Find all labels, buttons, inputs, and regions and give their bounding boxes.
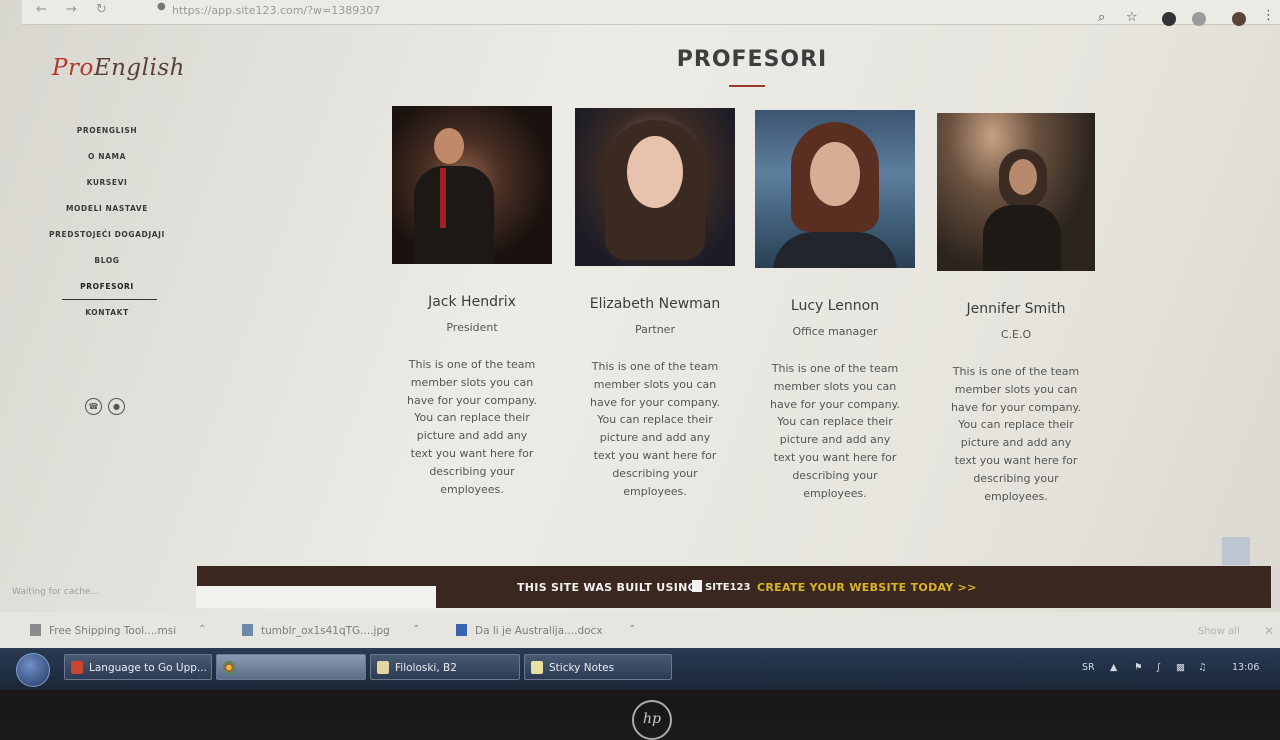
download-item[interactable]: Da li je Australija....docx bbox=[456, 624, 603, 637]
taskbar-item[interactable]: Language to Go Upp... bbox=[64, 654, 212, 680]
download-item[interactable]: tumblr_ox1s41qTG....jpg bbox=[242, 624, 390, 637]
member-name: Jennifer Smith bbox=[966, 301, 1066, 317]
member-role: President bbox=[446, 321, 498, 334]
menu-item-proenglish[interactable]: PROENGLISH bbox=[37, 125, 177, 151]
language-indicator[interactable]: SR bbox=[1082, 662, 1095, 673]
folder-icon bbox=[377, 661, 389, 674]
menu-item-o-nama[interactable]: O NAMA bbox=[37, 151, 177, 177]
member-photo bbox=[937, 113, 1095, 271]
reload-icon[interactable]: ↻ bbox=[96, 2, 107, 17]
member-name: Jack Hendrix bbox=[428, 294, 516, 310]
windows-taskbar: Language to Go Upp... Filoloski, B2 Stic… bbox=[0, 648, 1280, 690]
phone-icon[interactable]: ☎ bbox=[85, 398, 102, 415]
member-name: Elizabeth Newman bbox=[589, 296, 721, 312]
menu-item-predstojeci-dogadjaji[interactable]: PREDSTOJEĆI DOGADJAJI bbox=[37, 229, 177, 255]
member-bio: This is one of the team member slots you… bbox=[951, 365, 1081, 503]
forward-icon[interactable]: → bbox=[66, 2, 77, 17]
location-icon[interactable]: ● bbox=[108, 398, 125, 415]
menu-item-modeli-nastave[interactable]: MODELI NASTAVE bbox=[37, 203, 177, 229]
create-website-link[interactable]: CREATE YOUR WEBSITE TODAY >> bbox=[757, 581, 977, 594]
web-page: ProEnglish PROENGLISH O NAMA KURSEVI MOD… bbox=[22, 25, 1280, 585]
flag-icon[interactable]: ⚑ bbox=[1134, 662, 1143, 673]
member-name: Lucy Lennon bbox=[790, 298, 880, 314]
sticky-notes-icon bbox=[531, 661, 543, 674]
active-menu-underline bbox=[62, 299, 157, 300]
member-bio: This is one of the team member slots you… bbox=[407, 358, 537, 496]
member-photo bbox=[575, 108, 735, 266]
team-member-card: Jack Hendrix President This is one of th… bbox=[392, 106, 552, 498]
volume-icon[interactable]: ♫ bbox=[1198, 662, 1207, 673]
member-photo bbox=[392, 106, 552, 264]
member-role: Partner bbox=[635, 323, 675, 336]
word-file-icon bbox=[456, 624, 467, 636]
team-member-card: Elizabeth Newman Partner This is one of … bbox=[575, 108, 735, 500]
start-button[interactable] bbox=[16, 653, 50, 687]
menu-item-kontakt[interactable]: KONTAKT bbox=[37, 307, 177, 333]
banner-built-text: THIS SITE WAS BUILT USING bbox=[517, 581, 697, 594]
address-bar[interactable]: https://app.site123.com/?w=1389307 bbox=[172, 4, 380, 17]
menu-dots-icon[interactable]: ⋮ bbox=[1262, 8, 1275, 23]
taskbar-item[interactable]: Sticky Notes bbox=[524, 654, 672, 680]
member-role: Office manager bbox=[792, 325, 878, 338]
member-bio: This is one of the team member slots you… bbox=[590, 360, 720, 498]
chevron-up-icon[interactable]: ⌃ bbox=[628, 624, 636, 635]
title-underline bbox=[729, 85, 765, 87]
member-bio: This is one of the team member slots you… bbox=[770, 362, 900, 500]
monitor-screen: ← → ↻ ● https://app.site123.com/?w=13893… bbox=[0, 0, 1280, 690]
chevron-up-icon[interactable]: ⌃ bbox=[198, 624, 206, 635]
taskbar-item[interactable]: Filoloski, B2 bbox=[370, 654, 520, 680]
page-title: PROFESORI bbox=[676, 47, 828, 72]
member-photo bbox=[755, 110, 915, 268]
menu-item-blog[interactable]: BLOG bbox=[37, 255, 177, 281]
download-item[interactable]: Free Shipping Tool....msi bbox=[30, 624, 176, 637]
clock[interactable]: 13:06 bbox=[1232, 662, 1259, 673]
team-member-card: Lucy Lennon Office manager This is one o… bbox=[755, 110, 915, 502]
app-icon bbox=[71, 661, 83, 674]
extension-icon[interactable] bbox=[1192, 12, 1206, 26]
chrome-icon bbox=[223, 661, 235, 674]
site123-logo-icon bbox=[692, 580, 702, 592]
sidebar-menu: PROENGLISH O NAMA KURSEVI MODELI NASTAVE… bbox=[37, 125, 177, 333]
show-all-link[interactable]: Show all bbox=[1198, 626, 1240, 637]
image-file-icon bbox=[242, 624, 253, 636]
site123-logo: SITE123 bbox=[692, 580, 750, 593]
file-icon bbox=[30, 624, 41, 636]
profile-avatar[interactable] bbox=[1232, 12, 1246, 26]
menu-item-kursevi[interactable]: KURSEVI bbox=[37, 177, 177, 203]
hp-logo: hp bbox=[632, 700, 672, 740]
back-icon[interactable]: ← bbox=[36, 2, 47, 17]
downloads-shelf: Free Shipping Tool....msi ⌃ tumblr_ox1s4… bbox=[0, 612, 1280, 648]
taskbar-item-active[interactable] bbox=[216, 654, 366, 680]
lock-icon: ● bbox=[157, 1, 166, 12]
member-role: C.E.O bbox=[1000, 328, 1032, 341]
network-icon[interactable]: ▩ bbox=[1176, 662, 1185, 673]
menu-item-profesori[interactable]: PROFESORI bbox=[37, 281, 177, 307]
bookmark-star-icon[interactable]: ☆ bbox=[1126, 10, 1138, 25]
status-text: Waiting for cache... bbox=[12, 587, 100, 597]
tray-arrow-icon[interactable]: ▲ bbox=[1110, 662, 1117, 673]
scroll-to-top-button[interactable] bbox=[1222, 537, 1250, 565]
bluetooth-icon[interactable]: ∫ bbox=[1156, 662, 1161, 673]
team-member-card: Jennifer Smith C.E.O This is one of the … bbox=[937, 113, 1095, 505]
close-icon[interactable]: ✕ bbox=[1264, 624, 1274, 638]
browser-toolbar: ← → ↻ ● https://app.site123.com/?w=13893… bbox=[22, 0, 1280, 26]
zoom-icon[interactable]: ⌕ bbox=[1098, 10, 1105, 25]
extension-icon[interactable] bbox=[1162, 12, 1176, 26]
site-logo[interactable]: ProEnglish bbox=[52, 55, 185, 81]
chevron-up-icon[interactable]: ⌃ bbox=[412, 624, 420, 635]
status-bubble bbox=[196, 586, 436, 608]
